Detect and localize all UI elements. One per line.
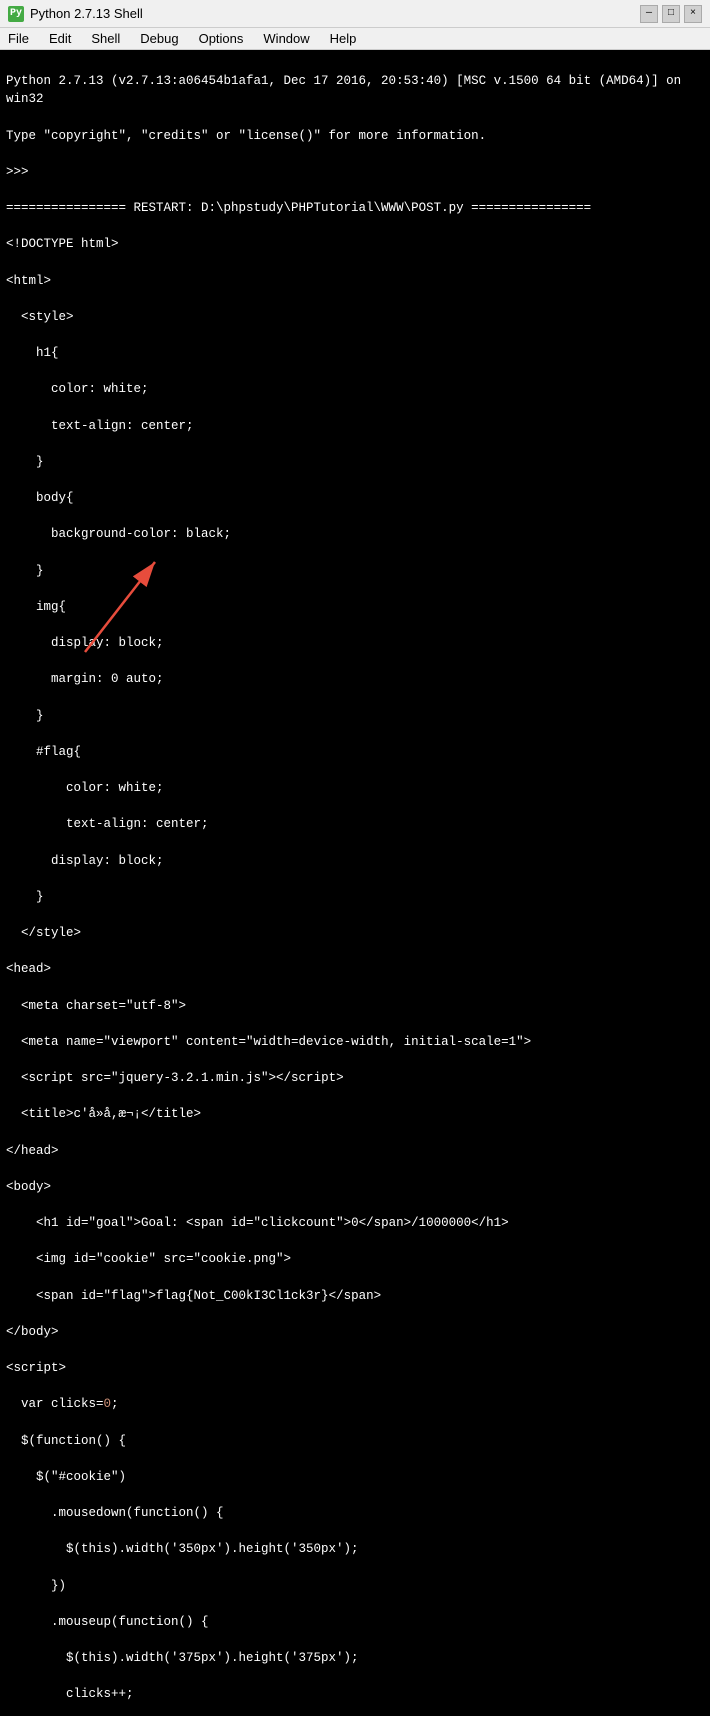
- shell-content[interactable]: Python 2.7.13 (v2.7.13:a06454b1afa1, Dec…: [0, 50, 710, 1716]
- code-line-color-white: color: white;: [6, 380, 704, 398]
- shell-prompt-1: >>>: [6, 163, 704, 181]
- menu-options[interactable]: Options: [195, 30, 248, 47]
- code-line-script-src: <script src="jquery-3.2.1.min.js"></scri…: [6, 1069, 704, 1087]
- code-line-head-close: </head>: [6, 1142, 704, 1160]
- title-bar: Py Python 2.7.13 Shell — □ ×: [0, 0, 710, 28]
- code-line-img-close: }: [6, 707, 704, 725]
- app-icon: Py: [8, 6, 24, 22]
- code-line-h1-close: }: [6, 453, 704, 471]
- menu-shell[interactable]: Shell: [87, 30, 124, 47]
- code-line-body-open: <body>: [6, 1178, 704, 1196]
- shell-header-line2: Type "copyright", "credits" or "license(…: [6, 127, 704, 145]
- code-line-cookie-sel: $("#cookie"): [6, 1468, 704, 1486]
- code-line-bg-black: background-color: black;: [6, 525, 704, 543]
- shell-header-line1: Python 2.7.13 (v2.7.13:a06454b1afa1, Dec…: [6, 72, 704, 108]
- code-line-flag-color: color: white;: [6, 779, 704, 797]
- code-line-width350: $(this).width('350px').height('350px');: [6, 1540, 704, 1558]
- code-line-flag-textalign: text-align: center;: [6, 815, 704, 833]
- menu-debug[interactable]: Debug: [136, 30, 182, 47]
- code-line-meta-viewport: <meta name="viewport" content="width=dev…: [6, 1033, 704, 1051]
- code-line-h1-goal: <h1 id="goal">Goal: <span id="clickcount…: [6, 1214, 704, 1232]
- code-line-script-open: <script>: [6, 1359, 704, 1377]
- code-line-html-open: <html>: [6, 272, 704, 290]
- code-line-doctype: <!DOCTYPE html>: [6, 235, 704, 253]
- red-arrow-icon: [55, 542, 195, 662]
- code-line-var-clicks: var clicks=0;: [6, 1395, 704, 1413]
- shell-separator: ================ RESTART: D:\phpstudy\PH…: [6, 199, 704, 217]
- code-line-flag-display: display: block;: [6, 852, 704, 870]
- code-line-title: <title>c'å»å,æ¬¡</title>: [6, 1105, 704, 1123]
- code-line-text-align: text-align: center;: [6, 417, 704, 435]
- code-line-span-flag: <span id="flag">flag{Not_C00kI3Cl1ck3r}<…: [6, 1287, 704, 1305]
- code-line-flag-close: }: [6, 888, 704, 906]
- code-line-img-cookie: <img id="cookie" src="cookie.png">: [6, 1250, 704, 1268]
- menu-bar: File Edit Shell Debug Options Window Hel…: [0, 28, 710, 50]
- code-line-clicks-inc: clicks++;: [6, 1685, 704, 1703]
- code-line-body-close2: </body>: [6, 1323, 704, 1341]
- window-title: Python 2.7.13 Shell: [30, 6, 143, 21]
- menu-edit[interactable]: Edit: [45, 30, 75, 47]
- code-line-margin: margin: 0 auto;: [6, 670, 704, 688]
- code-line-flag: #flag{: [6, 743, 704, 761]
- code-line-mousedown-close: }): [6, 1577, 704, 1595]
- code-line-style-close: </style>: [6, 924, 704, 942]
- maximize-button[interactable]: □: [662, 5, 680, 23]
- menu-file[interactable]: File: [4, 30, 33, 47]
- code-line-docready: $(function() {: [6, 1432, 704, 1450]
- minimize-button[interactable]: —: [640, 5, 658, 23]
- code-line-mouseup: .mouseup(function() {: [6, 1613, 704, 1631]
- close-button[interactable]: ×: [684, 5, 702, 23]
- menu-window[interactable]: Window: [259, 30, 313, 47]
- code-line-width375: $(this).width('375px').height('375px');: [6, 1649, 704, 1667]
- code-line-style-open: <style>: [6, 308, 704, 326]
- code-line-head-open: <head>: [6, 960, 704, 978]
- code-line-h1: h1{: [6, 344, 704, 362]
- code-line-mousedown: .mousedown(function() {: [6, 1504, 704, 1522]
- code-line-meta-charset: <meta charset="utf-8">: [6, 997, 704, 1015]
- menu-help[interactable]: Help: [326, 30, 361, 47]
- code-line-body: body{: [6, 489, 704, 507]
